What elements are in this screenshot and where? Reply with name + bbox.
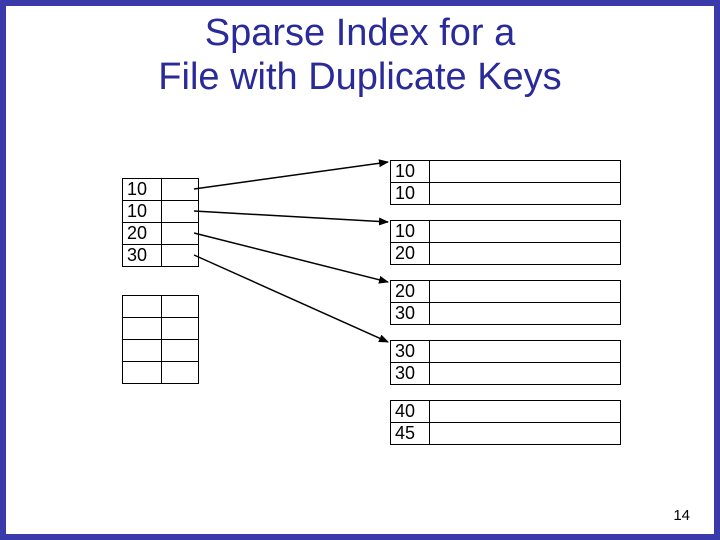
index-key — [123, 318, 162, 340]
index-key: 10 — [123, 179, 162, 201]
table-row — [123, 362, 199, 384]
data-key: 20 — [391, 243, 430, 265]
table-row: 20 — [123, 223, 199, 245]
data-key: 40 — [391, 401, 430, 423]
data-key: 10 — [391, 183, 430, 205]
table-row — [123, 340, 199, 362]
table-row: 30 — [391, 303, 621, 325]
data-key: 20 — [391, 281, 430, 303]
data-key: 45 — [391, 423, 430, 445]
table-row: 10 — [123, 201, 199, 223]
index-ptr — [162, 223, 199, 245]
data-block-2: 10 20 — [390, 220, 621, 265]
title-line-2: File with Duplicate Keys — [0, 56, 720, 100]
table-row: 10 — [391, 161, 621, 183]
index-ptr — [162, 318, 199, 340]
data-rec — [430, 423, 621, 445]
index-key: 20 — [123, 223, 162, 245]
table-row: 20 — [391, 243, 621, 265]
data-rec — [430, 303, 621, 325]
table-row: 30 — [391, 363, 621, 385]
index-ptr — [162, 340, 199, 362]
data-block-4: 30 30 — [390, 340, 621, 385]
data-rec — [430, 401, 621, 423]
table-row: 20 — [391, 281, 621, 303]
data-key: 30 — [391, 341, 430, 363]
table-row — [123, 318, 199, 340]
table-row: 10 — [391, 183, 621, 205]
index-ptr — [162, 179, 199, 201]
table-row: 45 — [391, 423, 621, 445]
data-rec — [430, 183, 621, 205]
data-key: 10 — [391, 161, 430, 183]
table-row: 10 — [391, 221, 621, 243]
index-key — [123, 340, 162, 362]
index-block-1: 10 10 20 30 — [122, 178, 199, 267]
data-key: 30 — [391, 303, 430, 325]
index-key: 10 — [123, 201, 162, 223]
data-key: 10 — [391, 221, 430, 243]
index-block-2 — [122, 295, 199, 384]
data-block-5: 40 45 — [390, 400, 621, 445]
index-ptr — [162, 201, 199, 223]
index-key — [123, 296, 162, 318]
data-rec — [430, 341, 621, 363]
data-rec — [430, 363, 621, 385]
title-line-1: Sparse Index for a — [0, 12, 720, 56]
index-ptr — [162, 245, 199, 267]
data-rec — [430, 281, 621, 303]
table-row: 30 — [123, 245, 199, 267]
index-ptr — [162, 296, 199, 318]
data-block-1: 10 10 — [390, 160, 621, 205]
table-row: 30 — [391, 341, 621, 363]
index-key — [123, 362, 162, 384]
table-row — [123, 296, 199, 318]
page-number: 14 — [673, 507, 690, 524]
data-block-3: 20 30 — [390, 280, 621, 325]
table-row: 40 — [391, 401, 621, 423]
index-ptr — [162, 362, 199, 384]
data-rec — [430, 221, 621, 243]
data-rec — [430, 243, 621, 265]
index-key: 30 — [123, 245, 162, 267]
table-row: 10 — [123, 179, 199, 201]
data-key: 30 — [391, 363, 430, 385]
data-rec — [430, 161, 621, 183]
slide-title: Sparse Index for a File with Duplicate K… — [0, 12, 720, 99]
